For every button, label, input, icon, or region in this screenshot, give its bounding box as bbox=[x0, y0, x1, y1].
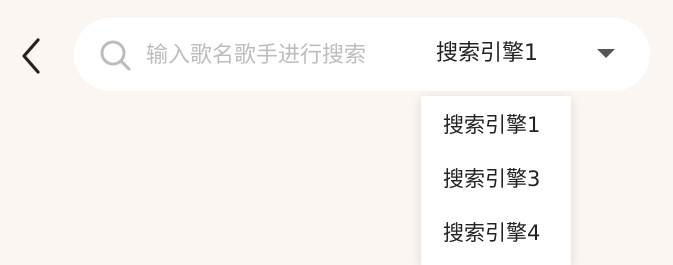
dropdown-item-engine-3[interactable]: 搜索引擎3 bbox=[421, 159, 571, 199]
dropdown-item-engine-4[interactable]: 搜索引擎4 bbox=[421, 213, 571, 253]
search-input[interactable] bbox=[146, 36, 416, 74]
back-button[interactable] bbox=[18, 36, 46, 76]
search-engine-selected-label: 搜索引擎1 bbox=[436, 41, 538, 66]
search-engine-dropdown: 搜索引擎1 搜索引擎3 搜索引擎4 bbox=[421, 96, 571, 265]
search-bar: 搜索引擎1 bbox=[74, 18, 650, 91]
dropdown-item-engine-1[interactable]: 搜索引擎1 bbox=[421, 105, 571, 145]
search-engine-select[interactable]: 搜索引擎1 bbox=[429, 18, 629, 91]
search-icon bbox=[98, 38, 132, 72]
caret-down-icon bbox=[597, 49, 615, 58]
chevron-left-icon bbox=[18, 36, 46, 76]
